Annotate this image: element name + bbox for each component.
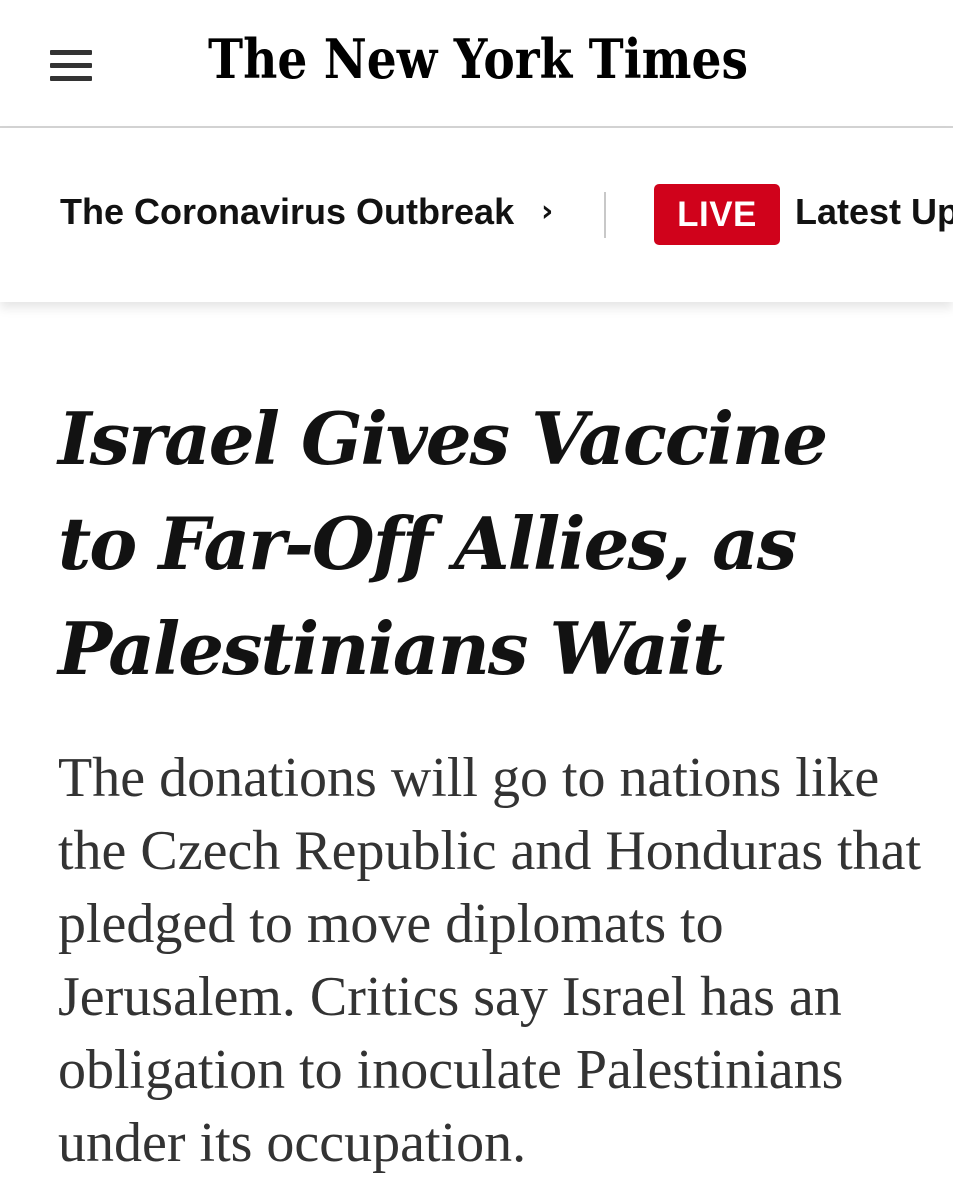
section-link-coronavirus[interactable]: The Coronavirus Outbreak [60,190,514,234]
latest-updates-link[interactable]: Latest Up [795,190,953,234]
nyt-logo-wordmark: The New York Times [208,27,748,91]
menu-bar [50,50,92,55]
section-bar: The Coronavirus Outbreak › LIVE Latest U… [0,128,953,302]
article-summary: The donations will go to nations like th… [58,747,922,1174]
menu-bar [50,76,92,81]
section-divider [604,192,606,238]
masthead: The New York Times [0,0,953,128]
article-headline: Israel Gives Vaccine to Far-Off Allies, … [58,396,828,691]
chevron-right-icon[interactable]: › [541,194,553,230]
live-badge[interactable]: LIVE [654,184,780,245]
hamburger-menu-icon[interactable] [50,50,92,82]
menu-bar [50,63,92,68]
nyt-logo[interactable]: The New York Times [206,20,751,100]
